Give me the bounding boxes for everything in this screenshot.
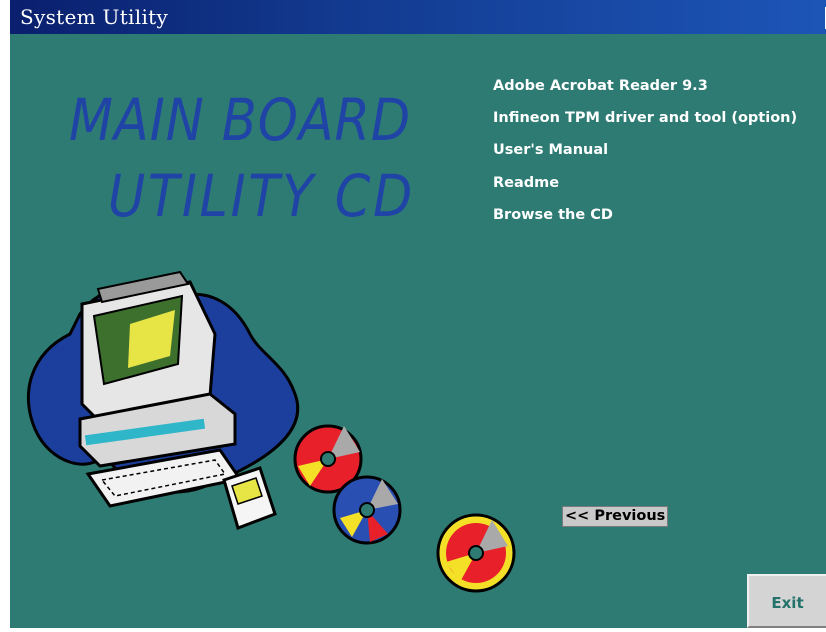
previous-button[interactable]: << Previous [562,506,669,527]
computer-illustration [27,270,516,593]
blue-cd-icon [332,475,402,545]
window-title: System Utility [20,5,169,29]
exit-button[interactable]: Exit [747,574,826,628]
main-content: MAIN BOARD UTILITY CD Adobe Acrobat Read… [10,34,826,628]
yellow-cd-icon [436,513,516,593]
computer-icon [27,270,300,530]
title-bar[interactable]: System Utility x [10,0,826,34]
